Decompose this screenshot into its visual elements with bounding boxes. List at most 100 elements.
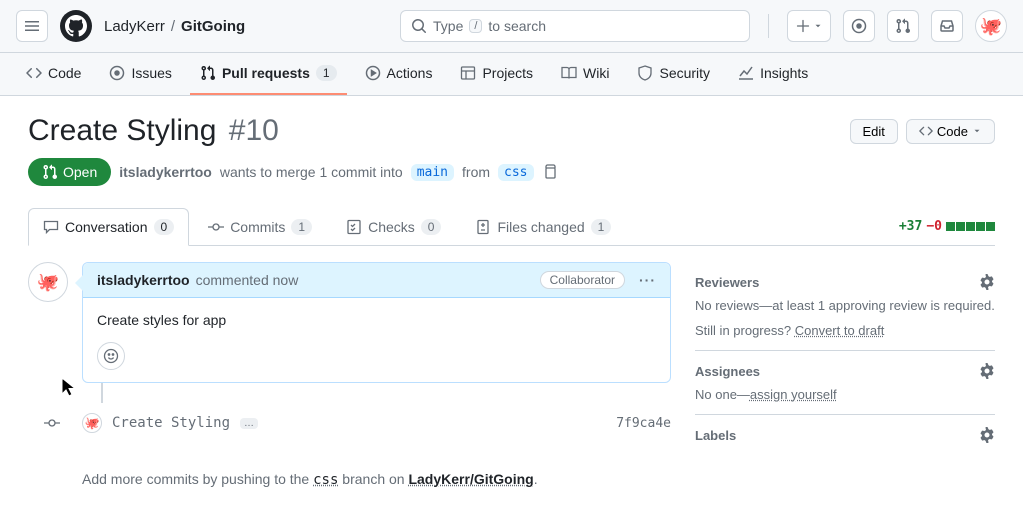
convert-to-draft-link[interactable]: Convert to draft <box>795 323 885 338</box>
pr-merge-text-2: from <box>462 164 490 180</box>
breadcrumb-owner[interactable]: LadyKerr <box>104 18 165 35</box>
pr-title-row: Create Styling #10 Edit Code <box>28 114 995 148</box>
smiley-icon <box>103 348 119 364</box>
sidebar-reviewers-header[interactable]: Reviewers <box>695 274 995 290</box>
assignees-title: Assignees <box>695 364 760 379</box>
pr-merge-text-1: wants to merge 1 commit into <box>220 164 403 180</box>
breadcrumb: LadyKerr / GitGoing <box>104 18 245 35</box>
hamburger-menu[interactable] <box>16 10 48 42</box>
issues-button[interactable] <box>843 10 875 42</box>
commit-dot <box>44 415 60 431</box>
comment-icon <box>43 219 59 235</box>
nav-code-label: Code <box>48 65 81 81</box>
comment-menu-button[interactable]: ··· <box>639 272 656 288</box>
push-hint-p1: Add more commits by pushing to the <box>82 471 313 487</box>
push-hint-p2: branch on <box>338 471 408 487</box>
state-label: Open <box>63 164 97 180</box>
book-icon <box>561 65 577 81</box>
nav-pull-requests[interactable]: Pull requests 1 <box>190 53 347 95</box>
tab-conversation-count: 0 <box>154 219 175 235</box>
nav-wiki[interactable]: Wiki <box>551 53 619 95</box>
push-hint-repo[interactable]: LadyKerr/GitGoing <box>408 471 533 487</box>
commit-expand-button[interactable]: … <box>240 418 258 429</box>
github-logo[interactable] <box>60 10 92 42</box>
base-branch[interactable]: main <box>411 164 454 181</box>
sidebar-assignees-header[interactable]: Assignees <box>695 363 995 379</box>
tab-files-count: 1 <box>591 219 612 235</box>
commit-sha[interactable]: 7f9ca4e <box>616 416 671 431</box>
pr-author[interactable]: itsladykerrtoo <box>119 164 212 180</box>
comment-item: 🐙 itsladykerrtoo commented now Collabora… <box>28 262 671 383</box>
play-icon <box>365 65 381 81</box>
pr-main: 🐙 itsladykerrtoo commented now Collabora… <box>28 262 671 488</box>
gear-icon <box>979 427 995 443</box>
code-dropdown-button[interactable]: Code <box>906 119 995 144</box>
git-pull-request-icon <box>895 18 911 34</box>
pr-body: 🐙 itsladykerrtoo commented now Collabora… <box>28 262 995 488</box>
commit-avatar[interactable]: 🐙 <box>82 413 102 433</box>
commit-icon <box>44 415 60 431</box>
pr-number: #10 <box>229 114 279 147</box>
shield-icon <box>637 65 653 81</box>
nav-pulls-label: Pull requests <box>222 65 310 81</box>
comment-avatar[interactable]: 🐙 <box>28 262 68 302</box>
gear-icon <box>979 363 995 379</box>
labels-title: Labels <box>695 428 736 443</box>
nav-actions[interactable]: Actions <box>355 53 443 95</box>
sidebar-labels-header[interactable]: Labels <box>695 427 995 443</box>
notifications-button[interactable] <box>931 10 963 42</box>
diff-blocks <box>946 222 995 231</box>
reviewers-text: No reviews—at least 1 approving review i… <box>695 298 995 313</box>
pr-title-text: Create Styling <box>28 114 216 147</box>
table-icon <box>460 65 476 81</box>
push-hint-branch[interactable]: css <box>313 472 338 488</box>
sidebar-reviewers: Reviewers No reviews—at least 1 approvin… <box>695 262 995 351</box>
assign-yourself-link[interactable]: assign yourself <box>750 387 837 402</box>
global-header: LadyKerr / GitGoing Type / to search 🐙 <box>0 0 1023 53</box>
commit-title[interactable]: Create Styling <box>112 415 230 431</box>
pr-meta: Open itsladykerrtoo wants to merge 1 com… <box>28 158 995 186</box>
diff-stat: +37 −0 <box>899 219 995 234</box>
search-placeholder-prefix: Type <box>433 18 463 34</box>
reaction-row <box>83 342 670 382</box>
comment-timestamp: commented now <box>196 272 299 288</box>
nav-security[interactable]: Security <box>627 53 720 95</box>
nav-projects-label: Projects <box>482 65 533 81</box>
add-reaction-button[interactable] <box>97 342 125 370</box>
inbox-icon <box>939 18 955 34</box>
nav-code[interactable]: Code <box>16 53 91 95</box>
tab-files-changed[interactable]: Files changed 1 <box>460 208 626 246</box>
nav-insights[interactable]: Insights <box>728 53 818 95</box>
tab-checks[interactable]: Checks 0 <box>331 208 456 246</box>
nav-issues[interactable]: Issues <box>99 53 181 95</box>
commit-row: 🐙 Create Styling … 7f9ca4e <box>82 403 671 443</box>
progress-text: Still in progress? <box>695 323 795 338</box>
breadcrumb-repo[interactable]: GitGoing <box>181 18 245 35</box>
search-placeholder-suffix: to search <box>488 18 546 34</box>
create-new-button[interactable] <box>787 10 831 42</box>
user-avatar[interactable]: 🐙 <box>975 10 1007 42</box>
reviewers-title: Reviewers <box>695 275 759 290</box>
copy-branch-button[interactable] <box>542 164 558 180</box>
pr-tabs: Conversation 0 Commits 1 Checks 0 Files … <box>28 208 995 246</box>
sidebar-assignees: Assignees No one—assign yourself <box>695 351 995 415</box>
nav-issues-label: Issues <box>131 65 171 81</box>
pull-requests-button[interactable] <box>887 10 919 42</box>
sidebar-labels: Labels <box>695 415 995 463</box>
comment-header: itsladykerrtoo commented now Collaborato… <box>83 263 670 298</box>
copy-icon <box>542 164 558 180</box>
edit-button[interactable]: Edit <box>850 119 898 144</box>
diff-additions: +37 <box>899 219 922 234</box>
tab-conversation[interactable]: Conversation 0 <box>28 208 189 246</box>
head-branch[interactable]: css <box>498 164 533 181</box>
comment-author[interactable]: itsladykerrtoo <box>97 272 190 288</box>
timeline-rail <box>101 383 103 403</box>
nav-projects[interactable]: Projects <box>450 53 543 95</box>
search-input[interactable]: Type / to search <box>400 10 750 42</box>
comment-body: Create styles for app <box>83 298 670 342</box>
tab-conversation-label: Conversation <box>65 219 148 235</box>
tab-commits[interactable]: Commits 1 <box>193 208 327 246</box>
assignees-text: No one—assign yourself <box>695 387 995 402</box>
code-icon <box>919 124 933 138</box>
nav-pulls-count: 1 <box>316 65 337 81</box>
